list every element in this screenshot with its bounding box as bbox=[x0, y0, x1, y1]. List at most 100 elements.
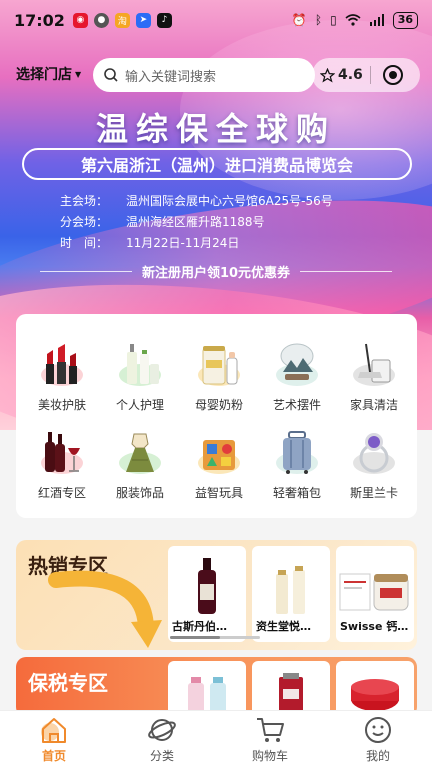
category-item-art-decor[interactable]: 艺术摆件 bbox=[257, 336, 337, 416]
lotion-bottles-icon bbox=[115, 336, 165, 386]
product-image bbox=[336, 556, 414, 614]
vibrate-icon: ▯ bbox=[330, 13, 337, 27]
product-card[interactable] bbox=[168, 661, 246, 717]
store-select-label: 选择门店 bbox=[16, 67, 72, 83]
dress-icon bbox=[115, 424, 165, 474]
product-card[interactable] bbox=[252, 661, 330, 717]
tab-profile[interactable]: 我的 bbox=[324, 711, 432, 768]
caret-down-icon: ▼ bbox=[75, 69, 82, 79]
product-card[interactable]: Swisse 钙… bbox=[336, 546, 414, 642]
notification-icons: ◉ ● 淘 ➤ ♪ bbox=[72, 12, 172, 28]
battery-indicator: 36 bbox=[392, 11, 418, 29]
product-name: 资生堂悦… bbox=[256, 620, 311, 633]
top-bar: 选择门店 ▼ 输入关键词搜索 4.6 bbox=[0, 56, 432, 92]
category-label: 斯里兰卡 bbox=[349, 486, 398, 500]
milk-powder-icon bbox=[194, 336, 244, 386]
tab-cart[interactable]: 购物车 bbox=[216, 711, 324, 768]
search-placeholder: 输入关键词搜索 bbox=[125, 69, 217, 85]
category-item-beauty[interactable]: 美妆护肤 bbox=[22, 336, 102, 416]
tab-label: 购物车 bbox=[251, 748, 288, 763]
category-item-educational-toys[interactable]: 益智玩具 bbox=[179, 424, 259, 504]
info-label: 主会场： bbox=[60, 194, 109, 208]
arrow-decoration-icon bbox=[48, 570, 162, 648]
info-main-venue: 主会场： 温州国际会展中心六号馆6A25号-56号 bbox=[60, 192, 333, 209]
category-label: 家具清洁 bbox=[349, 398, 398, 412]
category-label: 服装饰品 bbox=[115, 486, 164, 500]
tab-label: 首页 bbox=[41, 748, 66, 763]
section-title[interactable]: 保税专区 bbox=[28, 667, 108, 696]
product-name: Swisse 钙… bbox=[340, 620, 409, 633]
tab-category[interactable]: 分类 bbox=[108, 711, 216, 768]
info-value: 温州国际会展中心六号馆6A25号-56号 bbox=[126, 194, 333, 208]
expo-name: 第六届浙江（温州）进口消费品博览会 bbox=[22, 148, 412, 180]
tab-label: 分类 bbox=[149, 748, 174, 763]
rating-button[interactable]: 4.6 bbox=[312, 67, 364, 83]
bluetooth-icon: ᛒ bbox=[314, 13, 323, 27]
info-value: 温州海经区雁升路1188号 bbox=[126, 215, 265, 229]
category-label: 母婴奶粉 bbox=[194, 398, 243, 412]
category-item-sri-lanka[interactable]: 斯里兰卡 bbox=[334, 424, 414, 504]
status-bar: 17:02 ◉ ● 淘 ➤ ♪ ⏰ ᛒ ▯ 36 bbox=[0, 0, 432, 40]
product-image bbox=[168, 556, 246, 614]
category-item-home-cleaning[interactable]: 家具清洁 bbox=[334, 336, 414, 416]
rating-value: 4.6 bbox=[338, 67, 363, 83]
tiktok-icon: ♪ bbox=[156, 12, 172, 28]
category-item-personal-care[interactable]: 个人护理 bbox=[100, 336, 180, 416]
product-image bbox=[252, 556, 330, 614]
coupon-banner[interactable]: 新注册用户领10元优惠券 bbox=[40, 262, 392, 281]
mini-program-capsule: 4.6 bbox=[312, 58, 420, 92]
category-item-luggage[interactable]: 轻奢箱包 bbox=[257, 424, 337, 504]
hot-section-scrollbar[interactable] bbox=[170, 636, 260, 639]
info-value: 11月22日-11月24日 bbox=[126, 236, 240, 250]
mop-icon bbox=[349, 336, 399, 386]
cart-icon bbox=[257, 717, 284, 742]
product-card[interactable] bbox=[336, 661, 414, 717]
status-time: 17:02 bbox=[14, 10, 65, 30]
store-select-button[interactable]: 选择门店 ▼ bbox=[16, 64, 81, 84]
signal-icon bbox=[369, 14, 384, 26]
banner-headline: 温综保全球购 bbox=[95, 110, 336, 148]
home-icon bbox=[41, 717, 66, 743]
category-label: 美妆护肤 bbox=[37, 398, 86, 412]
alarm-icon: ⏰ bbox=[291, 13, 307, 27]
info-sub-venue: 分会场： 温州海经区雁升路1188号 bbox=[60, 213, 265, 230]
nav-app-icon: ➤ bbox=[135, 12, 151, 28]
planet-icon bbox=[148, 718, 176, 741]
art-ornament-icon bbox=[272, 336, 322, 386]
category-item-wine[interactable]: 红酒专区 bbox=[22, 424, 102, 504]
hot-sales-section: 热销专区 古斯丹伯… 资生堂悦… Swisse 钙… bbox=[16, 540, 417, 650]
product-name: 古斯丹伯… bbox=[172, 620, 227, 633]
weibo-icon: ◉ bbox=[72, 12, 88, 28]
close-program-icon[interactable] bbox=[383, 65, 403, 85]
taobao-icon: 淘 bbox=[114, 12, 130, 28]
bonded-section: 保税专区 bbox=[16, 657, 417, 717]
smiley-icon bbox=[365, 716, 391, 743]
tab-home[interactable]: 首页 bbox=[0, 711, 108, 768]
category-grid: 美妆护肤 个人护理 母婴奶粉 艺术摆件 家具清洁 红酒专区 服装饰品 益智玩具 … bbox=[16, 314, 417, 518]
category-label: 艺术摆件 bbox=[272, 398, 321, 412]
search-icon bbox=[104, 68, 118, 82]
lipstick-icon bbox=[37, 336, 87, 386]
avatar-app-icon: ● bbox=[93, 12, 109, 28]
bottom-tab-bar: 首页 分类 购物车 我的 bbox=[0, 710, 432, 768]
gem-ring-icon bbox=[349, 424, 399, 474]
coupon-text: 新注册用户领10元优惠券 bbox=[141, 266, 291, 281]
category-label: 益智玩具 bbox=[194, 486, 243, 500]
wifi-icon bbox=[345, 14, 361, 26]
category-item-apparel[interactable]: 服装饰品 bbox=[100, 424, 180, 504]
suitcase-icon bbox=[272, 424, 322, 474]
product-card[interactable]: 古斯丹伯… bbox=[168, 546, 246, 642]
divider-line bbox=[40, 271, 132, 272]
capsule-divider bbox=[370, 66, 371, 84]
category-label: 红酒专区 bbox=[37, 486, 86, 500]
category-label: 轻奢箱包 bbox=[272, 486, 321, 500]
search-input[interactable]: 输入关键词搜索 bbox=[93, 58, 315, 92]
info-label: 分会场： bbox=[60, 215, 109, 229]
category-item-baby-formula[interactable]: 母婴奶粉 bbox=[179, 336, 259, 416]
wine-icon bbox=[37, 424, 87, 474]
info-time: 时 间： 11月22日-11月24日 bbox=[60, 234, 239, 251]
product-card[interactable]: 资生堂悦… bbox=[252, 546, 330, 642]
toy-blocks-icon bbox=[194, 424, 244, 474]
tab-label: 我的 bbox=[365, 748, 390, 763]
info-label: 时 间： bbox=[60, 236, 109, 250]
